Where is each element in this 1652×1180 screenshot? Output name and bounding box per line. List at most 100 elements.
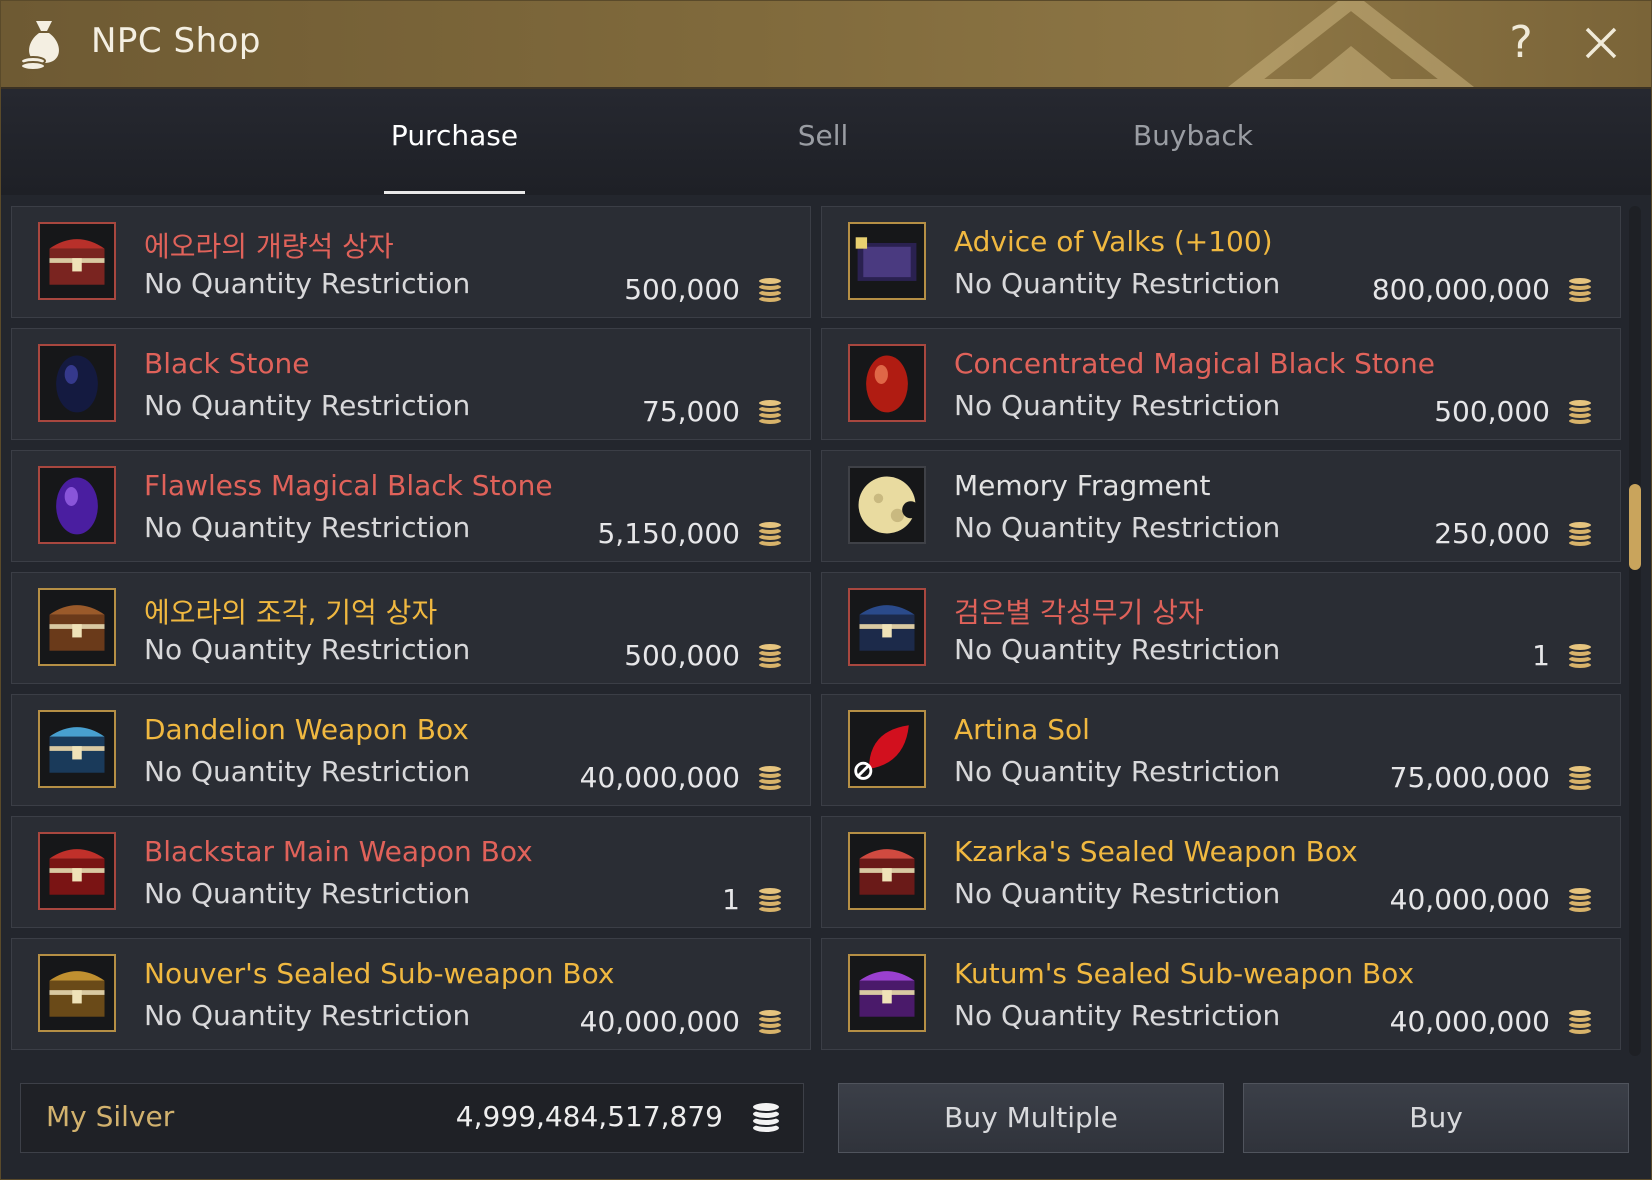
item-icon-frame bbox=[848, 710, 926, 788]
item-name: 에오라의 조각, 기억 상자 bbox=[144, 596, 438, 629]
silver-coins-icon bbox=[1567, 276, 1593, 304]
shop-item[interactable]: Blackstar Main Weapon Box No Quantity Re… bbox=[11, 816, 811, 928]
buy-button[interactable]: Buy bbox=[1243, 1083, 1629, 1153]
item-restriction: No Quantity Restriction bbox=[144, 877, 471, 910]
item-name: Artina Sol bbox=[954, 713, 1090, 746]
item-icon-frame bbox=[38, 466, 116, 544]
item-restriction: No Quantity Restriction bbox=[144, 389, 471, 422]
shop-item[interactable]: Black Stone No Quantity Restriction 75,0… bbox=[11, 328, 811, 440]
shop-item[interactable]: Memory Fragment No Quantity Restriction … bbox=[821, 450, 1621, 562]
item-price: 40,000,000 bbox=[1389, 1005, 1550, 1038]
nouver-box-icon bbox=[49, 971, 105, 1017]
item-price: 75,000,000 bbox=[1389, 761, 1550, 794]
silver-coins-icon bbox=[751, 1101, 781, 1134]
silver-coins-icon bbox=[757, 642, 783, 670]
shop-item[interactable]: 에오라의 조각, 기억 상자 No Quantity Restriction 5… bbox=[11, 572, 811, 684]
item-price: 800,000,000 bbox=[1371, 273, 1550, 306]
item-price: 250,000 bbox=[1434, 517, 1550, 550]
silver-coins-icon bbox=[1567, 520, 1593, 548]
title-bar[interactable]: NPC Shop ? bbox=[1, 1, 1651, 89]
item-icon-frame bbox=[848, 588, 926, 666]
shop-item[interactable]: Kzarka's Sealed Weapon Box No Quantity R… bbox=[821, 816, 1621, 928]
silver-display: My Silver 4,999,484,517,879 bbox=[20, 1083, 804, 1153]
item-restriction: No Quantity Restriction bbox=[954, 389, 1281, 422]
item-price: 5,150,000 bbox=[597, 517, 740, 550]
item-restriction: No Quantity Restriction bbox=[144, 511, 471, 544]
scrollbar-track[interactable] bbox=[1629, 206, 1641, 1056]
item-icon-frame bbox=[38, 222, 116, 300]
active-tab-indicator bbox=[384, 191, 525, 194]
item-price: 75,000 bbox=[642, 395, 740, 428]
scrollbar-thumb[interactable] bbox=[1629, 484, 1641, 570]
item-icon-frame bbox=[38, 710, 116, 788]
silver-coins-icon bbox=[757, 398, 783, 426]
item-price: 500,000 bbox=[624, 639, 740, 672]
item-icon-frame bbox=[848, 954, 926, 1032]
item-icon-frame bbox=[38, 588, 116, 666]
flawless-black-stone-icon bbox=[56, 477, 98, 535]
dandelion-box-icon bbox=[49, 727, 105, 773]
tab-buyback[interactable]: Buyback bbox=[1121, 119, 1265, 179]
help-button[interactable]: ? bbox=[1501, 15, 1541, 71]
item-price: 500,000 bbox=[1434, 395, 1550, 428]
kzarka-box-icon bbox=[859, 849, 915, 895]
valks-scroll-icon bbox=[855, 237, 917, 281]
silver-coins-icon bbox=[1567, 886, 1593, 914]
item-grid: 에오라의 개량석 상자 No Quantity Restriction 500,… bbox=[11, 206, 1621, 1058]
shop-item[interactable]: Flawless Magical Black Stone No Quantity… bbox=[11, 450, 811, 562]
silver-coins-icon bbox=[757, 276, 783, 304]
item-restriction: No Quantity Restriction bbox=[144, 755, 471, 788]
item-restriction: No Quantity Restriction bbox=[954, 267, 1281, 300]
black-stone-icon bbox=[56, 355, 98, 413]
item-restriction: No Quantity Restriction bbox=[144, 633, 471, 666]
item-icon-frame bbox=[38, 344, 116, 422]
silver-coins-icon bbox=[757, 520, 783, 548]
silver-coins-icon bbox=[1567, 398, 1593, 426]
item-price: 1 bbox=[722, 883, 740, 916]
item-restriction: No Quantity Restriction bbox=[954, 511, 1281, 544]
item-name: Dandelion Weapon Box bbox=[144, 713, 469, 746]
item-restriction: No Quantity Restriction bbox=[954, 999, 1281, 1032]
item-name: Concentrated Magical Black Stone bbox=[954, 347, 1435, 380]
silver-value: 4,999,484,517,879 bbox=[455, 1100, 723, 1133]
shop-item[interactable]: Advice of Valks (+100) No Quantity Restr… bbox=[821, 206, 1621, 318]
item-name: 에오라의 개량석 상자 bbox=[144, 230, 394, 263]
item-restriction: No Quantity Restriction bbox=[954, 877, 1281, 910]
item-price: 500,000 bbox=[624, 273, 740, 306]
item-icon-frame bbox=[848, 222, 926, 300]
eora-memory-chest-icon bbox=[49, 605, 105, 651]
tab-purchase[interactable]: Purchase bbox=[384, 119, 525, 179]
item-restriction: No Quantity Restriction bbox=[954, 755, 1281, 788]
item-restriction: No Quantity Restriction bbox=[144, 999, 471, 1032]
item-price: 1 bbox=[1532, 639, 1550, 672]
shop-item[interactable]: Dandelion Weapon Box No Quantity Restric… bbox=[11, 694, 811, 806]
item-name: Memory Fragment bbox=[954, 469, 1211, 502]
item-name: Blackstar Main Weapon Box bbox=[144, 835, 533, 868]
artina-sol-icon bbox=[854, 725, 909, 780]
shop-item[interactable]: Kutum's Sealed Sub-weapon Box No Quantit… bbox=[821, 938, 1621, 1050]
item-icon-frame bbox=[848, 832, 926, 910]
item-price: 40,000,000 bbox=[579, 761, 740, 794]
silver-bag-icon bbox=[20, 21, 59, 71]
shop-item[interactable]: 에오라의 개량석 상자 No Quantity Restriction 500,… bbox=[11, 206, 811, 318]
window-title: NPC Shop bbox=[91, 21, 261, 61]
close-icon[interactable] bbox=[1581, 23, 1621, 63]
silver-coins-icon bbox=[757, 1008, 783, 1036]
shop-item[interactable]: Nouver's Sealed Sub-weapon Box No Quanti… bbox=[11, 938, 811, 1050]
silver-coins-icon bbox=[757, 886, 783, 914]
concentrated-black-stone-icon bbox=[866, 355, 908, 413]
item-name: 검은별 각성무기 상자 bbox=[954, 596, 1204, 629]
item-name: Advice of Valks (+100) bbox=[954, 225, 1273, 258]
shop-item[interactable]: 검은별 각성무기 상자 No Quantity Restriction 1 bbox=[821, 572, 1621, 684]
silver-label: My Silver bbox=[46, 1100, 175, 1133]
kutum-box-icon bbox=[859, 971, 915, 1017]
item-icon-frame bbox=[38, 954, 116, 1032]
item-name: Flawless Magical Black Stone bbox=[144, 469, 553, 502]
buy-multiple-button[interactable]: Buy Multiple bbox=[838, 1083, 1224, 1153]
tab-sell[interactable]: Sell bbox=[761, 119, 885, 179]
item-icon-frame bbox=[38, 832, 116, 910]
shop-item[interactable]: Concentrated Magical Black Stone No Quan… bbox=[821, 328, 1621, 440]
title-decoration bbox=[1228, 1, 1474, 87]
memory-fragment-icon bbox=[858, 476, 920, 534]
shop-item[interactable]: Artina Sol No Quantity Restriction 75,00… bbox=[821, 694, 1621, 806]
